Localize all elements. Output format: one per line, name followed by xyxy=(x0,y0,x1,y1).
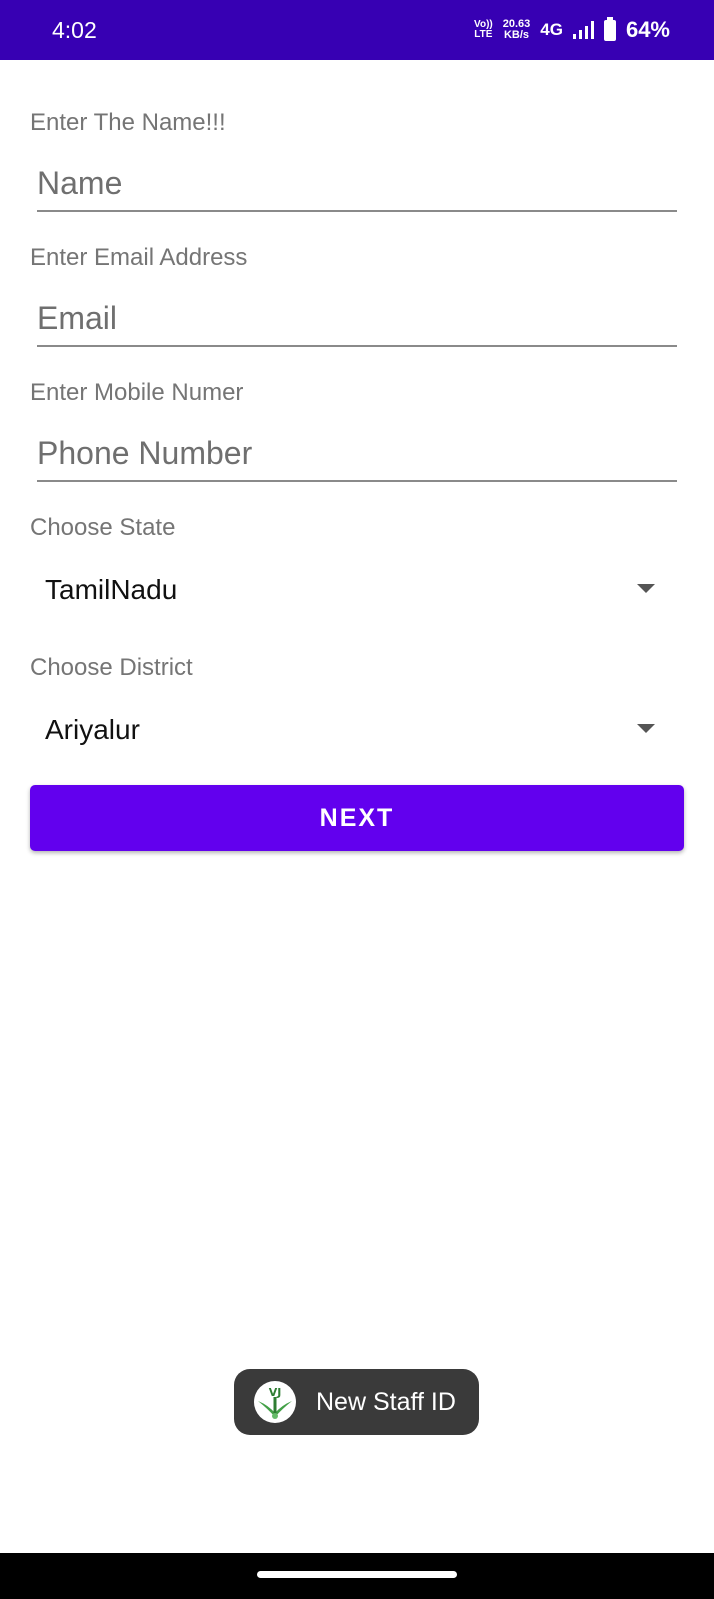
state-selected-value: TamilNadu xyxy=(45,574,178,605)
name-label: Enter The Name!!! xyxy=(30,109,226,136)
battery-percent: 64% xyxy=(625,17,670,42)
navigation-bar xyxy=(0,1553,714,1599)
volte-bottom-text: LTE xyxy=(474,29,493,40)
signal-icon xyxy=(572,21,594,39)
email-field[interactable]: Email xyxy=(37,289,677,347)
state-label: Choose State xyxy=(30,514,176,541)
status-icons: Vo)) LTE 20.63 KB/s 4G 64% xyxy=(474,14,670,46)
toast-text: New Staff ID xyxy=(316,1387,456,1416)
network-speed: 20.63 KB/s xyxy=(503,19,531,41)
status-time: 4:02 xyxy=(52,17,97,43)
toast-message: VJ New Staff ID xyxy=(234,1369,479,1435)
app-logo-icon: VJ xyxy=(254,1381,296,1423)
next-button[interactable]: NEXT xyxy=(30,785,684,851)
district-label: Choose District xyxy=(30,654,193,681)
status-bar: 4:02 Vo)) LTE 20.63 KB/s 4G 64% xyxy=(0,0,714,60)
phone-placeholder: Phone Number xyxy=(37,435,253,471)
network-speed-unit: KB/s xyxy=(503,29,530,41)
name-field[interactable]: Name xyxy=(37,154,677,212)
chevron-down-icon xyxy=(637,584,655,593)
chevron-down-icon xyxy=(637,724,655,733)
district-selected-value: Ariyalur xyxy=(45,714,140,745)
name-placeholder: Name xyxy=(37,165,123,201)
email-label: Enter Email Address xyxy=(30,244,248,271)
mobile-label: Enter Mobile Numer xyxy=(30,379,244,406)
battery-icon xyxy=(603,17,616,41)
email-placeholder: Email xyxy=(37,300,118,336)
state-dropdown[interactable]: TamilNadu xyxy=(45,570,655,610)
volte-icon: Vo)) LTE xyxy=(474,20,493,40)
phone-field[interactable]: Phone Number xyxy=(37,424,677,482)
network-type: 4G xyxy=(540,20,563,39)
home-gesture-handle[interactable] xyxy=(257,1571,457,1578)
district-dropdown[interactable]: Ariyalur xyxy=(45,710,655,750)
